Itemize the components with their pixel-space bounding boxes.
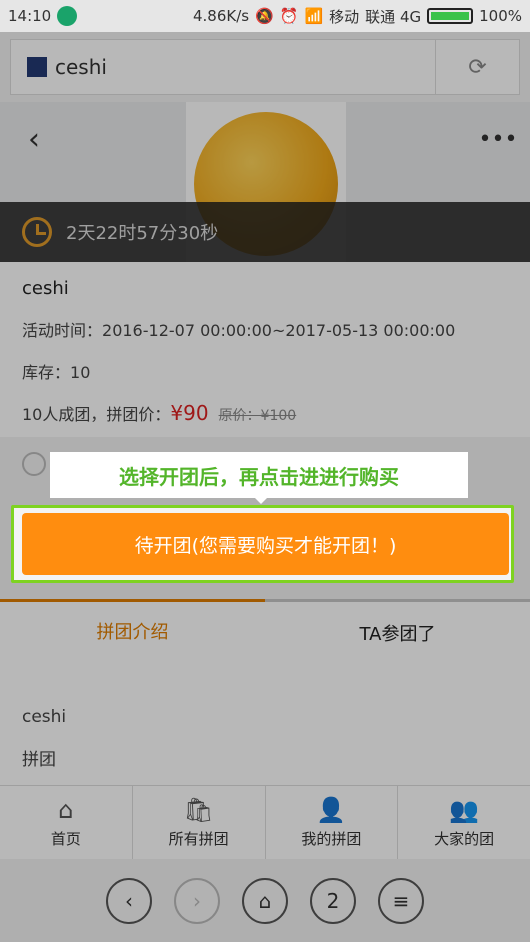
browser-forward-icon[interactable]: › xyxy=(174,877,220,924)
address-bar[interactable]: ceshi ⟳ xyxy=(10,39,520,95)
people-icon: 👥 xyxy=(449,796,480,824)
activity-label: 活动时间： xyxy=(22,321,103,340)
original-price: 原价：¥100 xyxy=(218,408,297,424)
status-bar: 14:10 4.86K/s 🔕 ⏰ 📶 移动 联通 4G 100% xyxy=(0,0,530,32)
browser-controls: ‹ › ⌂ 2 ≡ xyxy=(0,859,530,942)
tab-intro[interactable]: 拼团介绍 xyxy=(0,599,265,660)
activity-row: 活动时间：2016-12-07 00:00:00~2017-05-13 00:0… xyxy=(22,317,508,341)
product-name: ceshi xyxy=(22,278,69,299)
nav-all-groups-label: 所有拼团 xyxy=(168,830,229,848)
browser-home-icon[interactable]: ⌂ xyxy=(242,877,288,924)
more-icon[interactable]: ••• xyxy=(476,120,520,160)
product-info: ceshi 活动时间：2016-12-07 00:00:00~2017-05-1… xyxy=(0,262,530,437)
stock-value: 10 xyxy=(70,363,91,382)
network-speed: 4.86K/s xyxy=(192,7,250,25)
alarm-icon: ⏰ xyxy=(279,7,299,25)
clock-icon xyxy=(22,217,52,247)
status-right: 4.86K/s 🔕 ⏰ 📶 移动 联通 4G 100% xyxy=(193,6,522,27)
nav-home[interactable]: ⌂ 首页 xyxy=(0,786,132,859)
tab-joined[interactable]: TA参团了 xyxy=(265,602,530,663)
battery-icon xyxy=(427,8,474,24)
stock-label: 库存： xyxy=(22,363,71,382)
nav-my-groups-label: 我的拼团 xyxy=(301,830,362,848)
tab-bar: 拼团介绍 TA参团了 xyxy=(0,599,530,663)
guide-tip: 选择开团后，再点击进进行购买 xyxy=(50,452,468,498)
back-icon[interactable]: ‹ xyxy=(14,120,54,160)
stock-row: 库存：10 xyxy=(22,359,508,383)
wifi-icon: 📶 xyxy=(304,7,324,25)
nav-everyone-groups[interactable]: 👥 大家的团 xyxy=(397,786,530,859)
reload-icon[interactable]: ⟳ xyxy=(435,40,519,94)
small-clock-icon xyxy=(22,452,46,476)
mute-icon: 🔕 xyxy=(255,7,274,25)
browser-back-icon[interactable]: ‹ xyxy=(106,877,152,924)
page-title-in-address-bar: ceshi xyxy=(55,55,107,79)
home-icon: ⌂ xyxy=(58,796,74,824)
tabs-count-button[interactable]: 2 xyxy=(310,877,356,924)
security-shield-icon xyxy=(57,6,78,26)
battery-percent: 100% xyxy=(479,7,522,25)
intro-content: ceshi 拼团 xyxy=(0,663,530,785)
browser-toolbar: ceshi ⟳ xyxy=(0,32,530,102)
content-line-1: ceshi xyxy=(22,707,67,727)
nav-all-groups[interactable]: 🛍 所有拼团 xyxy=(131,786,265,859)
menu-icon[interactable]: ≡ xyxy=(378,877,424,924)
bottom-nav: ⌂ 首页 🛍 所有拼团 👤 我的拼团 👥 大家的团 xyxy=(0,785,530,859)
countdown-bar: 2天22时57分30秒 xyxy=(0,202,530,262)
group-label: 10人成团，拼团价： xyxy=(22,405,171,424)
nav-everyone-groups-label: 大家的团 xyxy=(434,830,495,848)
clock-time: 14:10 xyxy=(8,7,52,25)
group-price: ¥90 xyxy=(170,401,209,425)
activity-range: 2016-12-07 00:00:00~2017-05-13 00:00:00 xyxy=(102,321,456,340)
bag-icon: 🛍 xyxy=(183,796,214,824)
guide-tip-pointer xyxy=(254,497,268,504)
nav-my-groups[interactable]: 👤 我的拼团 xyxy=(264,786,398,859)
open-group-button[interactable]: 待开团(您需要购买才能开团！) xyxy=(22,513,509,575)
favicon-icon xyxy=(27,57,47,77)
content-line-2: 拼团 xyxy=(22,750,56,770)
carrier-1: 移动 xyxy=(329,7,360,26)
countdown-text: 2天22时57分30秒 xyxy=(66,223,219,244)
person-icon: 👤 xyxy=(316,796,347,824)
nav-home-label: 首页 xyxy=(50,830,81,848)
price-row: 10人成团，拼团价：¥90 原价：¥100 xyxy=(22,401,508,425)
carrier-2: 联通 4G xyxy=(365,7,422,26)
